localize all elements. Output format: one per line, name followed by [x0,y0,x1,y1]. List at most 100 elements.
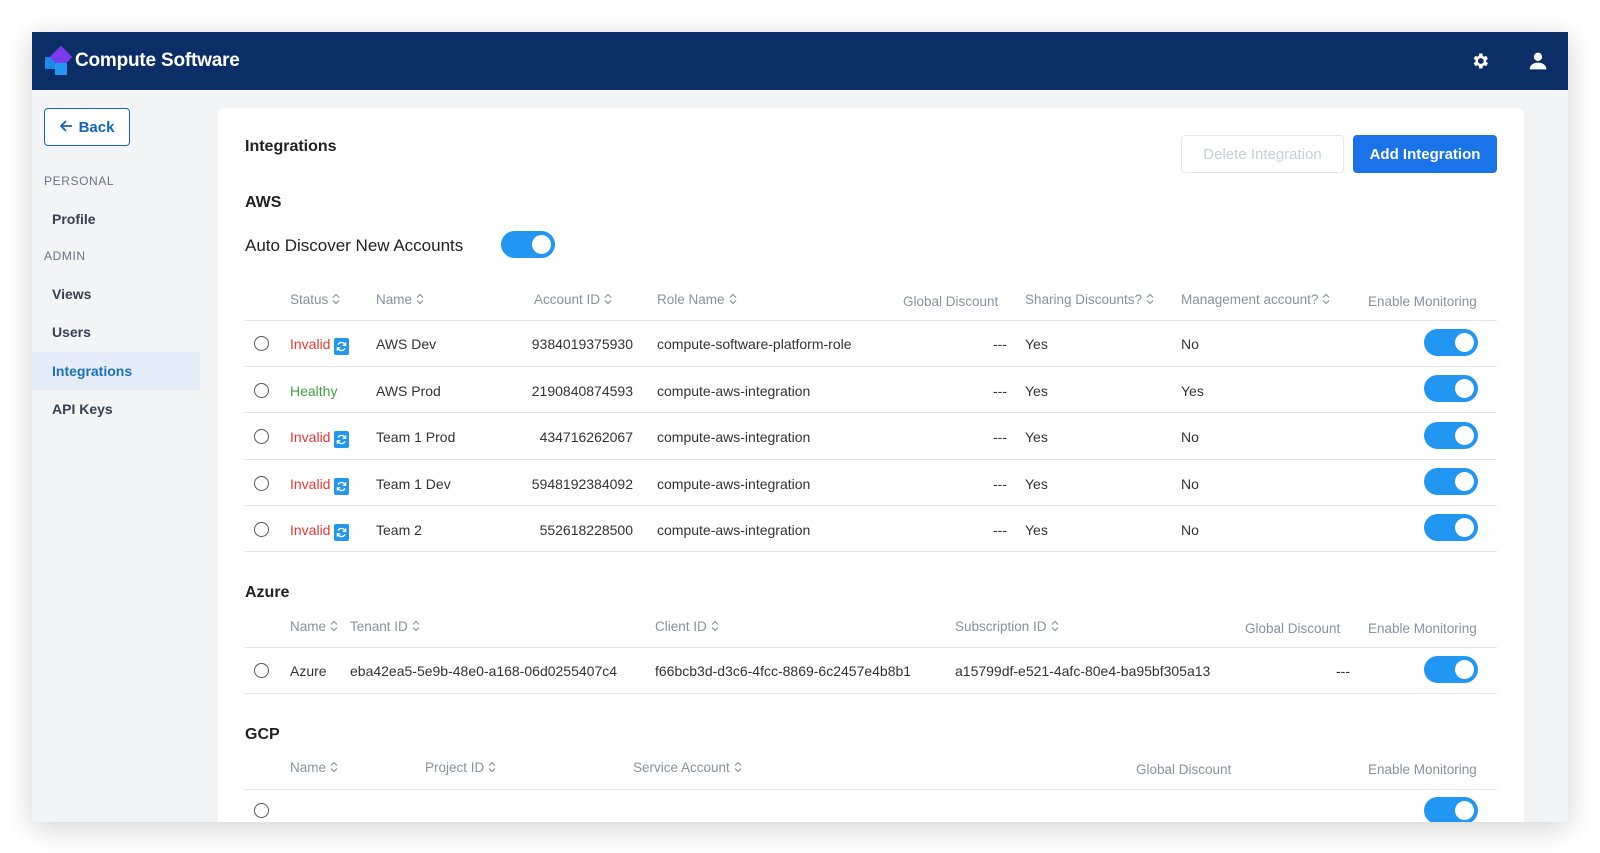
sidebar-item-views[interactable]: Views [32,275,200,313]
aws-header-sharing[interactable]: Sharing Discounts? [1025,292,1154,308]
row-select-radio[interactable] [254,336,269,351]
back-button[interactable]: Back [44,108,130,146]
enable-monitoring-toggle[interactable] [1424,797,1478,822]
azure-header-monitoring: Enable Monitoring [1368,621,1477,636]
aws-row-management: No [1181,522,1199,538]
sidebar-item-api-keys[interactable]: API Keys [32,390,200,428]
azure-header-name[interactable]: Name [290,619,338,635]
sort-icon [1051,620,1059,635]
azure-row-discount: --- [1336,663,1350,679]
sidebar-item-profile[interactable]: Profile [32,200,200,238]
sort-icon [734,761,742,776]
enable-monitoring-toggle[interactable] [1424,468,1478,495]
enable-monitoring-toggle[interactable] [1424,656,1478,683]
aws-row-role: compute-software-platform-role [657,336,852,352]
enable-monitoring-toggle[interactable] [1424,422,1478,449]
delete-integration-button[interactable]: Delete Integration [1181,135,1344,173]
aws-row-discount: --- [993,336,1007,352]
aws-row-name: Team 1 Dev [376,476,451,492]
aws-row-name: AWS Prod [376,383,441,399]
aws-header-status[interactable]: Status [290,292,340,308]
add-integration-button[interactable]: Add Integration [1353,135,1497,173]
divider [245,789,1497,790]
status-badge: Invalid [290,522,350,541]
refresh-icon[interactable] [334,338,350,355]
top-bar: Compute Software [32,32,1568,90]
enable-monitoring-toggle[interactable] [1424,375,1478,402]
row-select-radio[interactable] [254,476,269,491]
aws-row-discount: --- [993,383,1007,399]
app-window: Compute Software Back PERSONAL Profile A… [32,32,1568,822]
gcp-header-monitoring: Enable Monitoring [1368,762,1477,777]
row-select-radio[interactable] [254,803,269,818]
aws-row-sharing: Yes [1025,383,1048,399]
aws-section-title: AWS [245,194,282,211]
azure-row-client-id: f66bcb3d-d3c6-4fcc-8869-6c2457e4b8b1 [655,663,912,679]
aws-header-global-discount: Global Discount [903,294,999,309]
sort-icon [711,620,719,635]
aws-header-account-id[interactable]: Account ID [534,292,612,308]
aws-row-discount: --- [993,476,1007,492]
sort-icon [604,293,612,308]
user-icon[interactable] [1528,51,1548,71]
refresh-icon[interactable] [334,524,350,541]
aws-header-name[interactable]: Name [376,292,424,308]
aws-row-discount: --- [993,429,1007,445]
aws-row-name: Team 2 [376,522,422,538]
sort-icon [1146,293,1154,308]
sort-icon [332,293,340,308]
auto-discover-label: Auto Discover New Accounts [245,236,464,255]
sidebar-item-users[interactable]: Users [32,313,200,351]
arrow-left-icon [59,119,73,136]
gcp-header-project-id[interactable]: Project ID [425,760,496,776]
row-select-radio[interactable] [254,663,269,678]
aws-row-account-id: 434716262067 [539,429,633,445]
divider [245,320,1497,321]
divider [245,693,1497,694]
brand[interactable]: Compute Software [45,45,240,75]
sort-icon [330,620,338,635]
gear-icon[interactable] [1470,51,1490,71]
azure-section-title: Azure [245,584,290,601]
azure-header-client-id[interactable]: Client ID [655,619,719,635]
divider [245,551,1497,552]
row-select-radio[interactable] [254,522,269,537]
row-select-radio[interactable] [254,383,269,398]
azure-header-tenant-id[interactable]: Tenant ID [350,619,420,635]
azure-header-global-discount: Global Discount [1245,621,1341,636]
auto-discover-toggle[interactable] [501,231,555,258]
aws-row-management: No [1181,476,1199,492]
azure-header-subscription-id[interactable]: Subscription ID [955,619,1059,635]
gcp-header-global-discount: Global Discount [1136,762,1232,777]
aws-row-sharing: Yes [1025,522,1048,538]
sort-icon [729,293,737,308]
enable-monitoring-toggle[interactable] [1424,514,1478,541]
sidebar: Back PERSONAL Profile ADMIN Views Users … [32,90,200,822]
sort-icon [412,620,420,635]
gcp-header-name[interactable]: Name [290,760,338,776]
refresh-icon[interactable] [334,478,350,495]
aws-row-sharing: Yes [1025,429,1048,445]
integrations-card: Integrations Delete Integration Add Inte… [218,108,1524,822]
gcp-header-service-account[interactable]: Service Account [633,760,742,776]
aws-row-role: compute-aws-integration [657,429,811,445]
sort-icon [488,761,496,776]
aws-row-sharing: Yes [1025,336,1048,352]
divider [245,505,1497,506]
azure-row-name: Azure [290,663,327,679]
aws-row-role: compute-aws-integration [657,476,811,492]
aws-row-management: Yes [1181,383,1204,399]
back-button-label: Back [78,118,115,136]
azure-row-subscription-id: a15799df-e521-4afc-80e4-ba95bf305a13 [955,663,1211,679]
aws-header-role-name[interactable]: Role Name [657,292,737,308]
sidebar-item-integrations[interactable]: Integrations [32,352,200,390]
aws-row-management: No [1181,429,1199,445]
app-title: Compute Software [75,50,240,71]
sort-icon [416,293,424,308]
row-select-radio[interactable] [254,429,269,444]
enable-monitoring-toggle[interactable] [1424,329,1478,356]
aws-header-management[interactable]: Management account? [1181,292,1330,308]
status-badge: Invalid [290,476,350,495]
refresh-icon[interactable] [334,431,350,448]
aws-row-role: compute-aws-integration [657,522,811,538]
